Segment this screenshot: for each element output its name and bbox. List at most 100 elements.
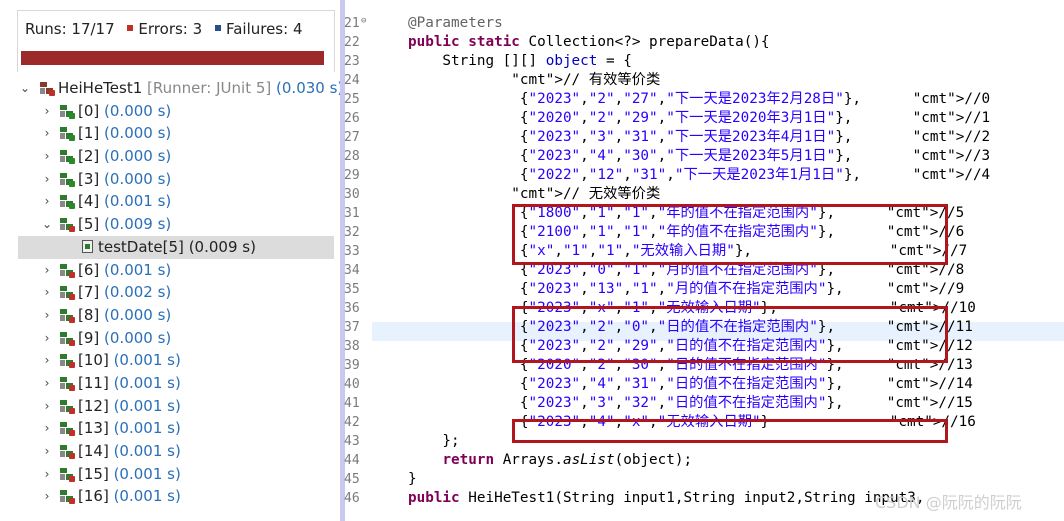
case-time: (0.000 s) bbox=[104, 169, 172, 188]
case-time: (0.002 s) bbox=[104, 283, 172, 302]
tree-item-case[interactable]: › [9] (0.000 s) bbox=[18, 327, 334, 350]
case-name: [11] bbox=[78, 373, 109, 392]
chevron-right-icon[interactable]: › bbox=[42, 122, 52, 145]
chevron-right-icon[interactable]: › bbox=[42, 190, 52, 213]
line-number: 25 bbox=[344, 92, 360, 107]
chevron-right-icon[interactable]: › bbox=[42, 304, 52, 327]
case-name: [15] bbox=[78, 464, 109, 483]
errors-label: Errors: 3 bbox=[138, 20, 203, 38]
case-time: (0.001 s) bbox=[104, 260, 172, 279]
code-text: }; bbox=[408, 433, 460, 449]
chevron-right-icon[interactable]: › bbox=[42, 349, 52, 372]
case-name: [5] bbox=[78, 215, 100, 234]
tree-item-root[interactable]: ⌄ HeiHeTest1 [Runner: JUnit 5] (0.030 s) bbox=[18, 77, 343, 100]
line-number: 21 bbox=[344, 12, 370, 33]
tree-item-case[interactable]: › [16] (0.001 s) bbox=[18, 485, 334, 508]
tree-item-case[interactable]: ⌄ [5] (0.009 s) bbox=[18, 213, 334, 236]
chevron-down-icon[interactable]: ⌄ bbox=[20, 77, 30, 100]
code-line: 45} bbox=[340, 470, 1064, 489]
test-class-icon bbox=[40, 82, 55, 96]
test-suite-icon bbox=[60, 445, 75, 459]
test-suite-icon bbox=[60, 467, 75, 482]
tree-item-label: HeiHeTest1 [Runner: JUnit 5] (0.030 s) bbox=[58, 77, 343, 100]
case-time: (0.000 s) bbox=[104, 305, 172, 324]
tree-item-case[interactable]: › [11] (0.001 s) bbox=[18, 372, 334, 395]
chevron-right-icon[interactable]: › bbox=[42, 327, 52, 350]
line-number: 45 bbox=[344, 472, 360, 487]
tree-item-label: [2] (0.000 s) bbox=[78, 145, 171, 168]
code-line: 22 public static Collection<?> prepareDat… bbox=[340, 33, 1064, 52]
failures-count: Failures: 4 bbox=[214, 20, 303, 38]
tree-item-case[interactable]: › [1] (0.000 s) bbox=[18, 122, 334, 145]
case-time: (0.000 s) bbox=[104, 124, 172, 143]
chevron-right-icon[interactable]: › bbox=[42, 145, 52, 168]
test-suite-icon bbox=[60, 399, 75, 414]
code-line: 44 return Arrays.asList(object); bbox=[340, 451, 1064, 470]
tree-item-case[interactable]: › [10] (0.001 s) bbox=[18, 349, 334, 372]
tree-item-case[interactable]: › [14] (0.001 s) bbox=[18, 440, 334, 463]
tree-item-label: [4] (0.001 s) bbox=[78, 190, 171, 213]
tree-item-case[interactable]: › [0] (0.000 s) bbox=[18, 100, 334, 123]
tree-item-case[interactable]: › [4] (0.001 s) bbox=[18, 190, 334, 213]
chevron-right-icon[interactable]: › bbox=[42, 168, 52, 191]
line-number: 34 bbox=[344, 263, 360, 278]
tree-item-method[interactable]: testDate[5] (0.009 s) bbox=[18, 235, 334, 259]
chevron-right-icon[interactable]: › bbox=[42, 463, 52, 486]
line-number: 22 bbox=[344, 35, 360, 50]
tree-item-label: [1] (0.000 s) bbox=[78, 122, 171, 145]
code-editor[interactable]: 21 @Parameters 22 public static Collection<… bbox=[340, 0, 1064, 521]
chevron-right-icon[interactable]: › bbox=[42, 372, 52, 395]
chevron-right-icon[interactable]: › bbox=[42, 417, 52, 440]
tree-item-label: [13] (0.001 s) bbox=[78, 417, 181, 440]
tree-item-case[interactable]: › [12] (0.001 s) bbox=[18, 395, 334, 418]
tree-item-case[interactable]: › [2] (0.000 s) bbox=[18, 145, 334, 168]
test-method-icon bbox=[82, 239, 93, 253]
failures-label: Failures: 4 bbox=[225, 20, 303, 38]
line-number: 40 bbox=[344, 377, 360, 392]
code-line: 41 {"2023","3","32","日的值不在指定范围内"}, "cmt"… bbox=[340, 394, 1064, 413]
test-suite-icon bbox=[60, 172, 75, 187]
chevron-right-icon[interactable]: › bbox=[42, 259, 52, 282]
tree-item-case[interactable]: › [7] (0.002 s) bbox=[18, 281, 334, 304]
code-text: public static Collection<?> prepareData(… bbox=[408, 34, 770, 50]
code-line: 25 {"2023","2","27","下一天是2023年2月28日"}, "… bbox=[340, 90, 1064, 109]
line-number: 33 bbox=[344, 244, 360, 259]
case-time: (0.001 s) bbox=[113, 464, 181, 483]
test-suite-icon bbox=[60, 354, 75, 369]
tree-item-label: [3] (0.000 s) bbox=[78, 168, 171, 191]
line-number: 35 bbox=[344, 282, 360, 297]
test-suite-icon bbox=[60, 490, 75, 505]
line-number: 28 bbox=[344, 149, 360, 164]
chevron-right-icon[interactable]: › bbox=[42, 440, 52, 463]
tree-item-label: [10] (0.001 s) bbox=[78, 349, 181, 372]
chevron-right-icon[interactable]: › bbox=[42, 281, 52, 304]
code-text: {"2022","12","31","下一天是2023年1月1日"}, "cmt… bbox=[408, 167, 991, 183]
tree-item-case[interactable]: › [3] (0.000 s) bbox=[18, 168, 334, 191]
tree-item-label: [12] (0.001 s) bbox=[78, 395, 181, 418]
code-line: 30 "cmt">// 无效等价类 bbox=[340, 185, 1064, 204]
tree-item-case[interactable]: › [15] (0.001 s) bbox=[18, 463, 334, 486]
test-suite-icon bbox=[60, 308, 75, 323]
tree-item-case[interactable]: › [8] (0.000 s) bbox=[18, 304, 334, 327]
code-line: 21 @Parameters bbox=[340, 12, 1064, 33]
root-name: HeiHeTest1 bbox=[58, 79, 143, 97]
case-time: (0.009 s) bbox=[104, 215, 172, 234]
tree-item-label: [8] (0.000 s) bbox=[78, 304, 171, 327]
tree-item-label: [5] (0.009 s) bbox=[78, 213, 171, 236]
tree-item-case[interactable]: › [6] (0.001 s) bbox=[18, 259, 334, 282]
code-text: {"2020","2","29","下一天是2020年3月1日"}, "cmt"… bbox=[408, 110, 991, 126]
chevron-right-icon[interactable]: › bbox=[42, 100, 52, 123]
case-name: [0] bbox=[78, 101, 100, 120]
code-text: public HeiHeTest1(String input1,String i… bbox=[408, 490, 925, 506]
chevron-down-icon[interactable]: ⌄ bbox=[42, 213, 52, 236]
test-progress-bar bbox=[21, 51, 324, 65]
code-text: {"2023","3","32","日的值不在指定范围内"}, "cmt">//… bbox=[408, 395, 973, 411]
chevron-right-icon[interactable]: › bbox=[42, 485, 52, 508]
test-tree[interactable]: ⌄ HeiHeTest1 [Runner: JUnit 5] (0.030 s) ›… bbox=[18, 77, 343, 508]
tree-item-case[interactable]: › [13] (0.001 s) bbox=[18, 417, 334, 440]
line-number: 36 bbox=[344, 301, 360, 316]
code-text: {"2023","4","30","下一天是2023年5月1日"}, "cmt"… bbox=[408, 148, 991, 164]
chevron-right-icon[interactable]: › bbox=[42, 395, 52, 418]
case-name: [2] bbox=[78, 147, 100, 166]
error-icon bbox=[127, 25, 134, 31]
